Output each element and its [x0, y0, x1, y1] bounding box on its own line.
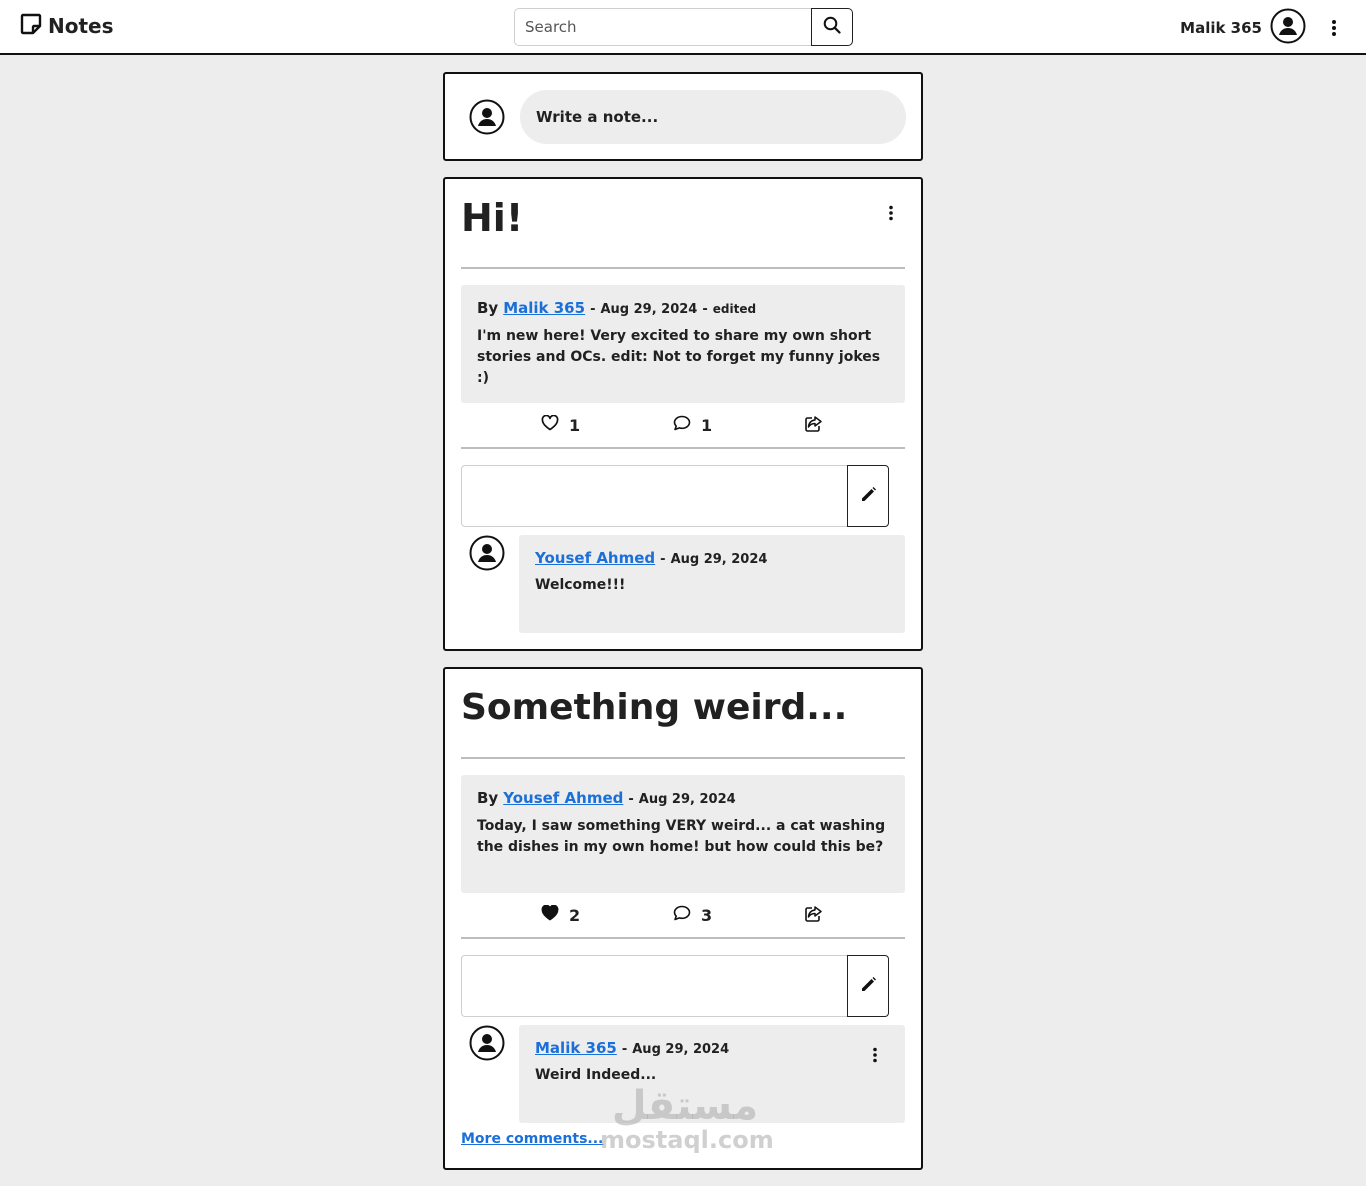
- comment-count: 3: [701, 905, 713, 925]
- avatar-icon: [469, 535, 505, 575]
- post-text: Today, I saw something VERY weird... a c…: [477, 818, 886, 855]
- comment-date: Aug 29, 2024: [670, 552, 768, 567]
- by-label: By: [477, 299, 499, 317]
- post-title: Something weird...: [461, 687, 848, 728]
- divider: [461, 757, 905, 759]
- post-date: Aug 29, 2024: [638, 792, 736, 807]
- edited-label: edited: [712, 302, 757, 316]
- post-body: By Malik 365 - Aug 29, 2024 - edited I'm…: [461, 285, 905, 403]
- comment-bubble: Yousef Ahmed - Aug 29, 2024 Welcome!!!: [519, 535, 905, 633]
- search-bar: [514, 8, 853, 46]
- search-icon: [823, 16, 841, 38]
- separator: -: [702, 302, 708, 317]
- comment-meta: Yousef Ahmed - Aug 29, 2024: [535, 549, 889, 567]
- post-options-icon[interactable]: [881, 203, 901, 223]
- comment-date: Aug 29, 2024: [632, 1042, 730, 1057]
- avatar-icon: [469, 1025, 505, 1065]
- post-card: Hi! By Malik 365 - Aug 29, 2024 - edited…: [443, 177, 923, 651]
- share-icon: [804, 905, 823, 927]
- search-input[interactable]: [514, 8, 811, 46]
- like-count: 2: [569, 905, 581, 925]
- comment-options-icon[interactable]: [865, 1045, 885, 1065]
- write-note-input[interactable]: Write a note...: [520, 90, 906, 144]
- divider: [461, 267, 905, 269]
- avatar-icon[interactable]: [1270, 8, 1306, 48]
- compose-card: Write a note...: [443, 72, 923, 161]
- separator: -: [628, 792, 634, 807]
- divider: [461, 447, 905, 449]
- comment-item: Yousef Ahmed - Aug 29, 2024 Welcome!!!: [469, 535, 905, 633]
- comment-count: 1: [701, 415, 713, 435]
- pencil-icon: [860, 486, 877, 507]
- heart-filled-icon: [541, 904, 559, 925]
- like-button[interactable]: 1: [541, 414, 581, 435]
- post-meta: By Yousef Ahmed - Aug 29, 2024: [477, 789, 889, 807]
- comment-bubble: Malik 365 - Aug 29, 2024 Weird Indeed...: [519, 1025, 905, 1123]
- separator: -: [660, 552, 666, 567]
- user-menu: Malik 365: [1180, 8, 1344, 48]
- brand[interactable]: Notes: [20, 13, 114, 39]
- comment-item: Malik 365 - Aug 29, 2024 Weird Indeed...: [469, 1025, 905, 1123]
- separator: -: [621, 1042, 628, 1057]
- share-button[interactable]: [804, 415, 823, 437]
- comment-button[interactable]: 1: [673, 415, 712, 435]
- share-button[interactable]: [804, 905, 823, 927]
- comment-meta: Malik 365 - Aug 29, 2024: [535, 1039, 889, 1057]
- post-date: Aug 29, 2024: [600, 302, 698, 317]
- comment-input[interactable]: [461, 955, 847, 1017]
- search-button[interactable]: [811, 8, 853, 46]
- post-text: I'm new here! Very excited to share my o…: [477, 328, 881, 386]
- author-link[interactable]: Yousef Ahmed: [503, 789, 623, 807]
- pencil-icon: [860, 976, 877, 997]
- post-title: Hi!: [461, 196, 524, 240]
- more-options-icon[interactable]: [1324, 18, 1344, 38]
- navbar: Notes Malik 365: [0, 0, 1366, 55]
- avatar-icon: [469, 99, 505, 139]
- user-name[interactable]: Malik 365: [1180, 19, 1262, 37]
- post-card: Something weird... By Yousef Ahmed - Aug…: [443, 667, 923, 1170]
- comment-text: Weird Indeed...: [535, 1067, 657, 1083]
- like-button[interactable]: 2: [541, 904, 581, 925]
- post-body: By Yousef Ahmed - Aug 29, 2024 Today, I …: [461, 775, 905, 893]
- share-icon: [804, 415, 823, 437]
- post-actions: 1 1: [461, 414, 905, 445]
- comment-author-link[interactable]: Malik 365: [535, 1039, 617, 1057]
- comment-author-link[interactable]: Yousef Ahmed: [535, 549, 655, 567]
- comment-icon: [673, 905, 691, 925]
- post-comment-button[interactable]: [847, 955, 889, 1017]
- post-meta: By Malik 365 - Aug 29, 2024 - edited: [477, 299, 889, 317]
- post-comment-button[interactable]: [847, 465, 889, 527]
- comment-text: Welcome!!!: [535, 577, 626, 593]
- heart-outline-icon: [541, 414, 559, 435]
- comment-form: [461, 465, 889, 527]
- author-link[interactable]: Malik 365: [503, 299, 585, 317]
- sticky-note-icon: [20, 13, 42, 39]
- comment-icon: [673, 415, 691, 435]
- separator: -: [590, 302, 596, 317]
- brand-label: Notes: [48, 14, 114, 38]
- like-count: 1: [569, 415, 581, 435]
- post-actions: 2 3: [461, 904, 905, 935]
- divider: [461, 937, 905, 939]
- comment-input[interactable]: [461, 465, 847, 527]
- comment-form: [461, 955, 889, 1017]
- more-comments-link[interactable]: More comments...: [461, 1131, 603, 1147]
- by-label: By: [477, 789, 499, 807]
- comment-button[interactable]: 3: [673, 905, 712, 925]
